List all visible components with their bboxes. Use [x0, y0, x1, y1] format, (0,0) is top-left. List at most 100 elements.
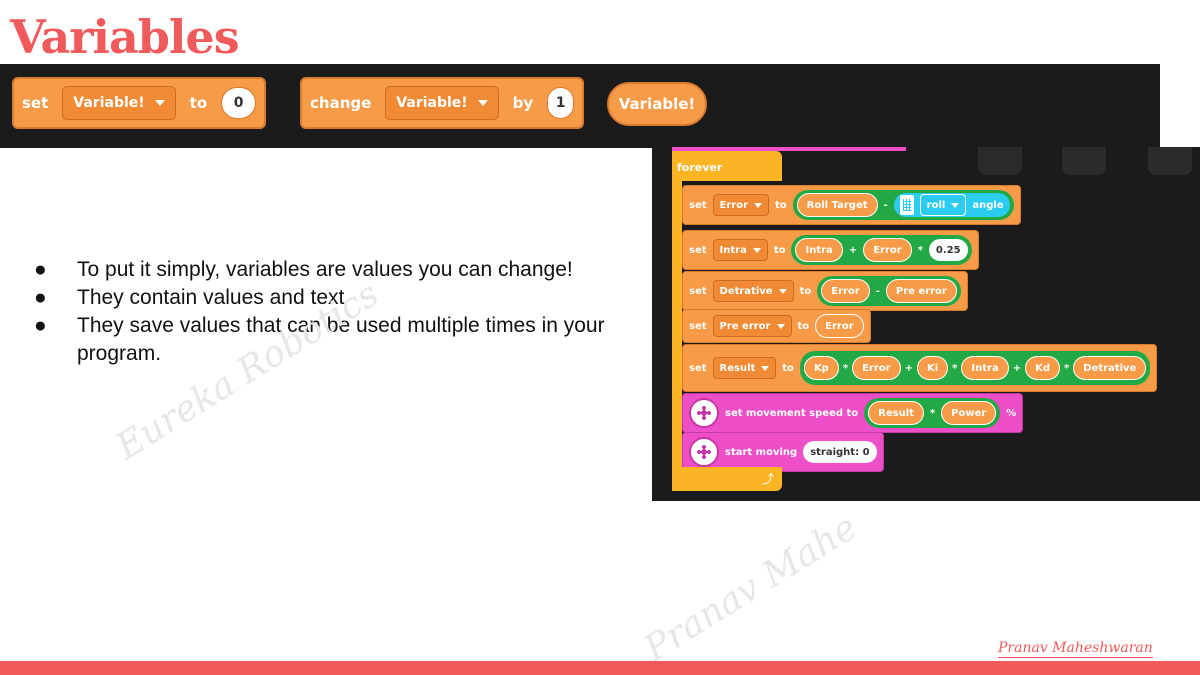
sensor-reporter[interactable]: roll angle — [893, 193, 1010, 217]
variable-name: Intra — [719, 244, 747, 256]
bullet-text: To put it simply, variables are values y… — [77, 258, 573, 281]
bullet-text: They contain values and text — [77, 286, 345, 309]
bullet-dot: ● — [34, 258, 47, 281]
operator-group[interactable]: Error - Pre error — [817, 276, 961, 306]
variable-reporter[interactable]: Result — [868, 401, 924, 425]
dropdown-arrow-icon — [951, 202, 960, 208]
operator-symbol: * — [952, 362, 958, 374]
set-movement-speed-block[interactable]: set movement speed to Result * Power % — [682, 393, 1024, 433]
forever-block[interactable]: forever — [672, 151, 782, 181]
variable-reporter[interactable]: Kp — [803, 356, 839, 380]
to-word: to — [773, 244, 786, 256]
to-word: to — [797, 320, 810, 332]
set-word: set — [689, 244, 707, 256]
unit-label: % — [1006, 407, 1017, 419]
variable-reporter[interactable]: Error — [821, 279, 870, 303]
forever-block-end: ⤴ — [672, 467, 782, 491]
operator-group[interactable]: Roll Target - roll angle — [792, 190, 1014, 220]
variable-name: Result — [719, 362, 756, 374]
set-intra-block[interactable]: set Intra to Intra + Error * 0.25 — [682, 230, 979, 270]
variable-reporter[interactable]: Error — [852, 356, 901, 380]
operator-group[interactable]: Result * Power — [864, 398, 1001, 428]
to-word: to — [799, 285, 812, 297]
number-input[interactable]: 0.25 — [928, 239, 968, 261]
operator-symbol: + — [1012, 362, 1022, 374]
bullet-item: ● To put it simply, variables are values … — [34, 256, 634, 284]
sensor-dropdown[interactable]: roll — [919, 194, 967, 216]
variable-reporter[interactable]: Error — [863, 238, 912, 262]
variable-name: Pre error — [719, 320, 771, 332]
variable-dropdown[interactable]: Error — [712, 194, 770, 216]
variable-dropdown[interactable]: Result — [712, 357, 777, 379]
operator-group[interactable]: Kp * Error + Ki * Intra + Kd * Detrative — [799, 351, 1151, 385]
set-word: set — [689, 199, 707, 211]
change-variable-dropdown[interactable]: Variable! — [385, 86, 499, 120]
direction-input[interactable]: straight: 0 — [803, 441, 877, 463]
by-word: by — [512, 94, 534, 112]
set-variable-dropdown[interactable]: Variable! — [62, 86, 176, 120]
set-value-input[interactable]: 0 — [221, 87, 256, 119]
dropdown-arrow-icon — [761, 365, 770, 371]
variable-reporter[interactable]: Error — [815, 314, 864, 338]
variable-reporter[interactable]: Kd — [1025, 356, 1061, 380]
variable-name: Detrative — [719, 285, 773, 297]
variable-dropdown[interactable]: Intra — [712, 239, 768, 261]
dropdown-arrow-icon — [752, 247, 761, 253]
motor-wheel-icon — [689, 398, 719, 428]
operator-group[interactable]: Intra + Error * 0.25 — [791, 235, 972, 265]
variable-name: Error — [719, 199, 749, 211]
variable-reporter-block[interactable]: Variable! — [607, 82, 707, 126]
author-signature: Pranav Maheshwaran — [998, 640, 1153, 658]
variable-reporter[interactable]: Ki — [916, 356, 949, 380]
operator-symbol: * — [917, 244, 923, 256]
set-word: set — [689, 320, 707, 332]
editor-tab — [1062, 147, 1106, 175]
set-word: set — [689, 285, 707, 297]
bullet-dot: ● — [34, 286, 47, 309]
block-label: start moving — [725, 446, 798, 458]
operator-symbol: + — [848, 244, 858, 256]
set-word: set — [689, 362, 707, 374]
dropdown-arrow-icon — [776, 323, 785, 329]
dropdown-arrow-icon — [778, 288, 787, 294]
editor-tab — [978, 147, 1022, 175]
hub-icon — [899, 195, 914, 215]
set-pre-error-block[interactable]: set Pre error to Error — [682, 309, 871, 343]
forever-block-bar — [672, 181, 682, 491]
set-variable-block[interactable]: set Variable! to 0 — [12, 77, 266, 129]
variable-reporter[interactable]: Pre error — [885, 279, 957, 303]
footer-bar — [0, 661, 1200, 675]
change-word: change — [310, 94, 372, 112]
editor-tab — [1148, 147, 1192, 175]
start-moving-block[interactable]: start moving straight: 0 — [682, 432, 884, 472]
operator-symbol: - — [875, 285, 880, 297]
change-variable-name: Variable! — [396, 95, 468, 111]
motor-wheel-icon — [689, 437, 719, 467]
variable-reporter[interactable]: Detrative — [1073, 356, 1147, 380]
set-detrative-block[interactable]: set Detrative to Error - Pre error — [682, 271, 968, 311]
set-error-block[interactable]: set Error to Roll Target - roll angle — [682, 185, 1021, 225]
change-value-input[interactable]: 1 — [547, 87, 574, 119]
slide-title: Variables — [10, 10, 240, 64]
to-word: to — [189, 94, 208, 112]
operator-symbol: - — [883, 199, 888, 211]
set-result-block[interactable]: set Result to Kp * Error + Ki * Intra + … — [682, 344, 1158, 392]
to-word: to — [782, 362, 794, 374]
variable-reporter[interactable]: Roll Target — [796, 193, 878, 217]
variable-reporter[interactable]: Intra — [795, 238, 843, 262]
variable-dropdown[interactable]: Pre error — [712, 315, 792, 337]
bullet-dot: ● — [34, 314, 47, 337]
variable-reporter[interactable]: Intra — [961, 356, 1009, 380]
sensor-axis: roll — [926, 199, 946, 211]
sensor-word: angle — [972, 199, 1004, 211]
operator-symbol: * — [929, 407, 936, 419]
dropdown-arrow-icon — [477, 100, 488, 106]
variable-reporter[interactable]: Power — [941, 401, 997, 425]
watermark: Pranav Mahe — [637, 506, 865, 670]
variable-dropdown[interactable]: Detrative — [712, 280, 794, 302]
change-variable-block[interactable]: change Variable! by 1 — [300, 77, 584, 129]
loop-arrow-icon: ⤴ — [761, 472, 774, 486]
operator-symbol: * — [842, 362, 849, 374]
variable-blocks-bar: set Variable! to 0 change Variable! by 1 — [0, 64, 1160, 148]
block-label: set movement speed to — [725, 407, 859, 419]
